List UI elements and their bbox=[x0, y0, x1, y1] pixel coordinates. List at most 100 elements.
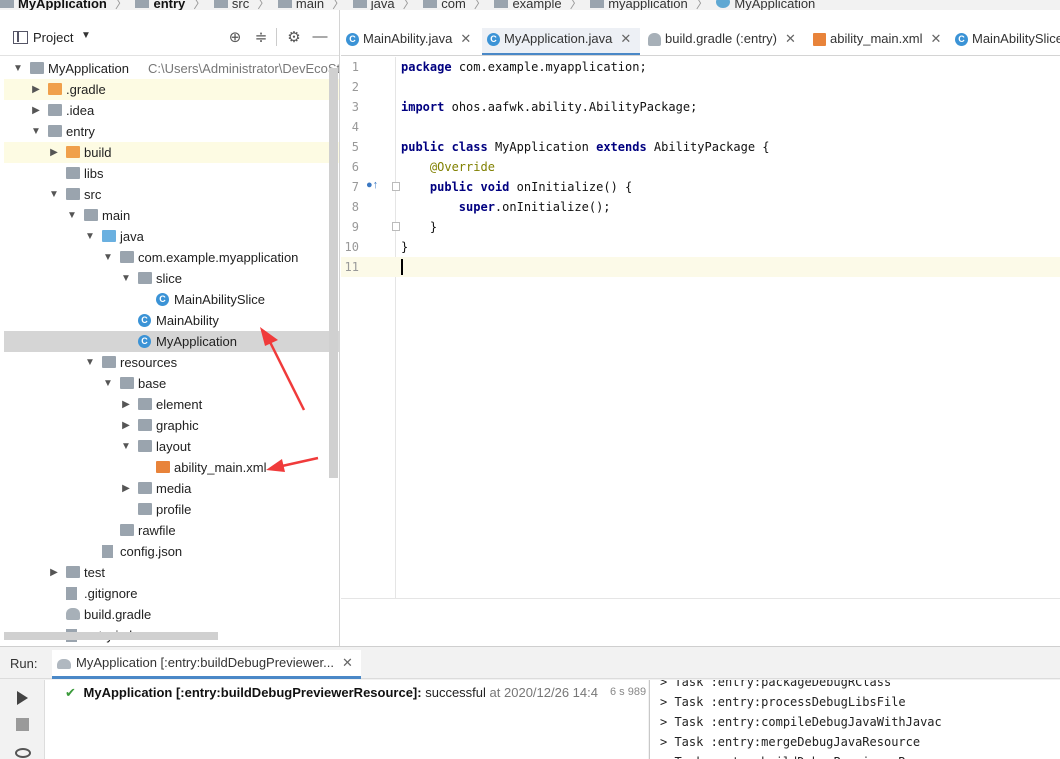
override-marker-icon[interactable]: ●↑ bbox=[366, 179, 378, 191]
collapse-all-icon[interactable]: ≑ bbox=[252, 28, 270, 46]
code-line[interactable]: 7 public void onInitialize() { bbox=[341, 177, 1060, 197]
tree-item[interactable]: ▼ MyApplication C:\Users\Administrator\Dev… bbox=[4, 58, 339, 79]
play-icon[interactable] bbox=[17, 691, 28, 705]
chevron-down-icon[interactable]: ▼ bbox=[81, 30, 91, 41]
minimize-icon[interactable]: — bbox=[311, 28, 329, 45]
code-line[interactable]: 1 package com.example.myapplication; bbox=[341, 57, 1060, 77]
chevron-right-icon[interactable]: ▶ bbox=[120, 478, 132, 499]
stop-icon[interactable] bbox=[16, 718, 29, 731]
code-line[interactable]: 8 super.onInitialize(); bbox=[341, 197, 1060, 217]
console-line: > Task :entry:processDebugLibsFile bbox=[660, 695, 906, 709]
horizontal-scrollbar[interactable] bbox=[4, 632, 218, 640]
breadcrumb-item[interactable]: myapplication bbox=[608, 0, 688, 10]
chevron-right-icon[interactable]: ▶ bbox=[120, 394, 132, 415]
tab-build-gradle[interactable]: build.gradle (:entry) ✕ bbox=[643, 28, 806, 55]
tree-item[interactable]: ▼ entry bbox=[4, 121, 339, 142]
chevron-down-icon[interactable]: ▼ bbox=[120, 436, 132, 457]
tree-item[interactable]: ▼ slice bbox=[4, 268, 339, 289]
chevron-right-icon[interactable]: ▶ bbox=[120, 415, 132, 436]
run-toolbar bbox=[0, 680, 44, 759]
folder-icon bbox=[48, 104, 62, 116]
tree-item[interactable]: MyApplication bbox=[4, 331, 339, 352]
breadcrumb-item[interactable]: src bbox=[232, 0, 249, 10]
gear-icon[interactable]: ⚙ bbox=[285, 28, 303, 46]
breadcrumb-item[interactable]: main bbox=[296, 0, 324, 10]
tree-item[interactable]: libs bbox=[4, 163, 339, 184]
tree-item[interactable]: config.json bbox=[4, 541, 339, 562]
breadcrumb-item[interactable]: MyApplication bbox=[734, 0, 815, 10]
chevron-down-icon[interactable]: ▼ bbox=[48, 184, 60, 205]
tree-item[interactable]: ▼ main bbox=[4, 205, 339, 226]
locate-icon[interactable]: ⊕ bbox=[226, 28, 244, 46]
tree-item[interactable]: ▶ .gradle bbox=[4, 79, 339, 100]
close-icon[interactable]: ✕ bbox=[342, 655, 353, 670]
breadcrumb-item[interactable]: example bbox=[512, 0, 561, 10]
tree-item[interactable]: MainAbilitySlice bbox=[4, 289, 339, 310]
code-line[interactable]: 3 import ohos.aafwk.ability.AbilityPackag… bbox=[341, 97, 1060, 117]
code-line[interactable]: 2 bbox=[341, 77, 1060, 97]
tree-item[interactable]: MainAbility bbox=[4, 310, 339, 331]
breadcrumb-separator: 〉 bbox=[473, 0, 487, 10]
chevron-down-icon[interactable]: ▼ bbox=[102, 373, 114, 394]
code-line[interactable]: 10} bbox=[341, 237, 1060, 257]
tree-item[interactable]: build.gradle bbox=[4, 604, 339, 625]
tree-item[interactable]: ▼ resources bbox=[4, 352, 339, 373]
tree-item[interactable]: ▼ java bbox=[4, 226, 339, 247]
chevron-down-icon[interactable]: ▼ bbox=[84, 226, 96, 247]
tab-mainabilityslice[interactable]: C MainAbilitySlice bbox=[950, 28, 1060, 55]
fold-icon[interactable] bbox=[392, 182, 400, 191]
chevron-right-icon[interactable]: ▶ bbox=[30, 79, 42, 100]
tree-item[interactable]: ▶ build bbox=[4, 142, 339, 163]
breadcrumb-item[interactable]: entry bbox=[153, 0, 185, 10]
chevron-down-icon[interactable]: ▼ bbox=[66, 205, 78, 226]
chevron-down-icon[interactable]: ▼ bbox=[12, 58, 24, 79]
code-line[interactable]: 4 bbox=[341, 117, 1060, 137]
close-icon[interactable]: ✕ bbox=[620, 31, 631, 46]
build-result-row[interactable]: ✔ MyApplication [:entry:buildDebugPrevie… bbox=[65, 685, 648, 701]
code-line[interactable]: 5 public class MyApplication extends Abil… bbox=[341, 137, 1060, 157]
eye-icon[interactable] bbox=[15, 748, 31, 758]
tree-item[interactable]: ▼ base bbox=[4, 373, 339, 394]
tab-ability-main-xml[interactable]: ability_main.xml ✕ bbox=[808, 28, 948, 55]
tree-item[interactable]: ▶ graphic bbox=[4, 415, 339, 436]
chevron-right-icon[interactable]: ▶ bbox=[48, 562, 60, 583]
chevron-down-icon[interactable]: ▼ bbox=[30, 121, 42, 142]
chevron-down-icon[interactable]: ▼ bbox=[120, 268, 132, 289]
chevron-down-icon[interactable]: ▼ bbox=[84, 352, 96, 373]
folder-icon bbox=[138, 398, 152, 410]
fold-icon[interactable] bbox=[392, 222, 400, 231]
code-editor[interactable]: 1 package com.example.myapplication; 2 3 imp… bbox=[341, 57, 1060, 598]
tree-item[interactable]: ▶ test bbox=[4, 562, 339, 583]
breadcrumb-item[interactable]: java bbox=[371, 0, 395, 10]
folder-icon bbox=[135, 0, 150, 8]
tree-item[interactable]: ▼ com.example.myapplication bbox=[4, 247, 339, 268]
code-line[interactable]: 9 } bbox=[341, 217, 1060, 237]
project-view-selector[interactable]: Project bbox=[33, 30, 73, 45]
breadcrumb-item[interactable]: com bbox=[441, 0, 466, 10]
tree-item[interactable]: profile bbox=[4, 499, 339, 520]
tree-item[interactable]: ▼ layout bbox=[4, 436, 339, 457]
tab-myapplication[interactable]: C MyApplication.java ✕ bbox=[482, 28, 640, 55]
line-number: 2 bbox=[351, 80, 359, 94]
run-tab[interactable]: MyApplication [:entry:buildDebugPreviewe… bbox=[52, 650, 361, 679]
chevron-right-icon[interactable]: ▶ bbox=[30, 100, 42, 121]
close-icon[interactable]: ✕ bbox=[460, 31, 471, 46]
breadcrumb-item[interactable]: MyApplication bbox=[18, 0, 107, 10]
tree-item[interactable]: ▶ .idea bbox=[4, 100, 339, 121]
tree-item[interactable]: ▼ src bbox=[4, 184, 339, 205]
tab-mainability[interactable]: C MainAbility.java ✕ bbox=[341, 28, 481, 55]
chevron-right-icon[interactable]: ▶ bbox=[48, 142, 60, 163]
tree-item[interactable]: rawfile bbox=[4, 520, 339, 541]
tree-item[interactable]: .gitignore bbox=[4, 583, 339, 604]
tree-item[interactable]: ability_main.xml bbox=[4, 457, 339, 478]
code-line[interactable]: 6 @Override bbox=[341, 157, 1060, 177]
chevron-down-icon[interactable]: ▼ bbox=[102, 247, 114, 268]
close-icon[interactable]: ✕ bbox=[930, 31, 941, 46]
orange-folder-icon bbox=[66, 146, 80, 158]
tree-item[interactable]: ▶ element bbox=[4, 394, 339, 415]
console-output[interactable]: > Task :entry:packageDebugRClass > Task :… bbox=[649, 680, 1060, 759]
close-icon[interactable]: ✕ bbox=[785, 31, 796, 46]
tree-item[interactable]: ▶ media bbox=[4, 478, 339, 499]
code-line[interactable]: 11 bbox=[341, 257, 1060, 277]
vertical-scrollbar[interactable] bbox=[329, 68, 338, 478]
